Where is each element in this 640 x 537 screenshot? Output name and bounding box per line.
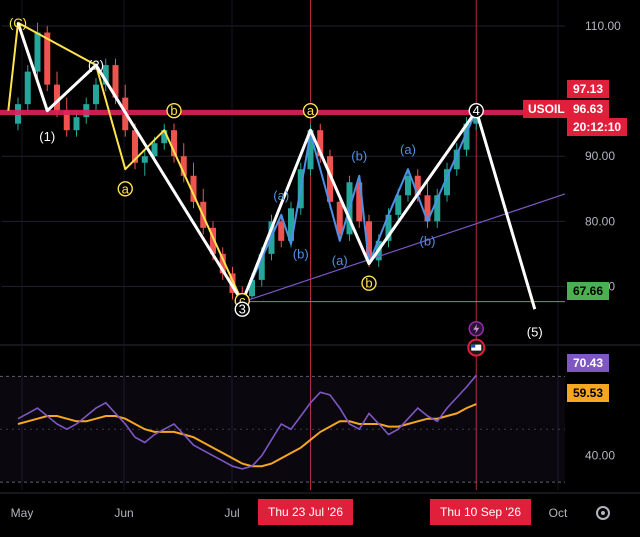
secondary-wave-label: b (170, 103, 177, 118)
time-tick-label: Jul (224, 506, 239, 520)
minor-wave-label: (a) (332, 253, 348, 268)
candle-body (405, 175, 411, 196)
primary-wave-label: (5) (527, 324, 543, 339)
primary-wave-label: 4 (473, 103, 480, 118)
rsi-slow-tag: 59.53 (567, 384, 610, 402)
candle-body (93, 84, 99, 105)
secondary-wave-path (7, 21, 478, 303)
primary-wave-label: 3 (239, 302, 246, 317)
candle-body (141, 156, 148, 163)
rsi-fast-tag: 70.43 (567, 354, 610, 372)
rsi-tick-label: 40.00 (585, 449, 615, 463)
secondary-wave-label: a (122, 181, 130, 196)
candle-body (278, 221, 285, 241)
time-tick-label: May (11, 506, 34, 520)
minor-wave-label: (a) (400, 142, 416, 157)
candle-body (34, 32, 41, 72)
price-tick-label: 80.00 (585, 214, 615, 228)
primary-wave-label: (2) (88, 58, 104, 73)
date-tag-sep: Thu 10 Sep '26 (430, 499, 532, 525)
rsi-pane (0, 374, 565, 483)
minor-wave-label: (b) (293, 246, 309, 261)
last-price-tag: 96.63 (567, 100, 610, 118)
level-price-tag: 67.66 (567, 282, 610, 300)
countdown-tag: 20:12:10 (567, 118, 628, 136)
secondary-wave-label: a (307, 103, 315, 118)
symbol-tag: USOIL (523, 100, 570, 118)
time-tick-label: Jun (114, 506, 133, 520)
candle-body (24, 71, 31, 105)
minor-wave-label: (b) (351, 149, 367, 164)
date-tag-jul: Thu 23 Jul '26 (258, 499, 354, 525)
secondary-wave-label: b (365, 276, 372, 291)
settings-icon[interactable] (596, 506, 610, 520)
wave-5-projection (474, 110, 537, 310)
time-tick-label: Oct (549, 506, 568, 520)
us-flag-canton (471, 344, 476, 348)
trading-chart[interactable]: (a)(b) (a)(b) (a)(b)abcab(C)(1)(2)34(5) 11… (0, 0, 640, 537)
candlestick-series (15, 22, 480, 303)
wave-overlays: (a)(b) (a)(b) (a)(b)abcab(C)(1)(2)34(5) (0, 15, 566, 357)
minor-wave-label: (b) (420, 233, 436, 248)
high-price-tag: 97.13 (567, 80, 610, 98)
primary-wave-label: (C) (9, 15, 27, 30)
primary-wave-path (16, 22, 478, 304)
candle-body (73, 117, 80, 131)
primary-wave-label: (1) (39, 129, 55, 144)
minor-wave-label: (a) (273, 188, 289, 203)
price-tick-label: 90.00 (585, 149, 615, 163)
price-tick-label: 110.00 (585, 19, 621, 33)
